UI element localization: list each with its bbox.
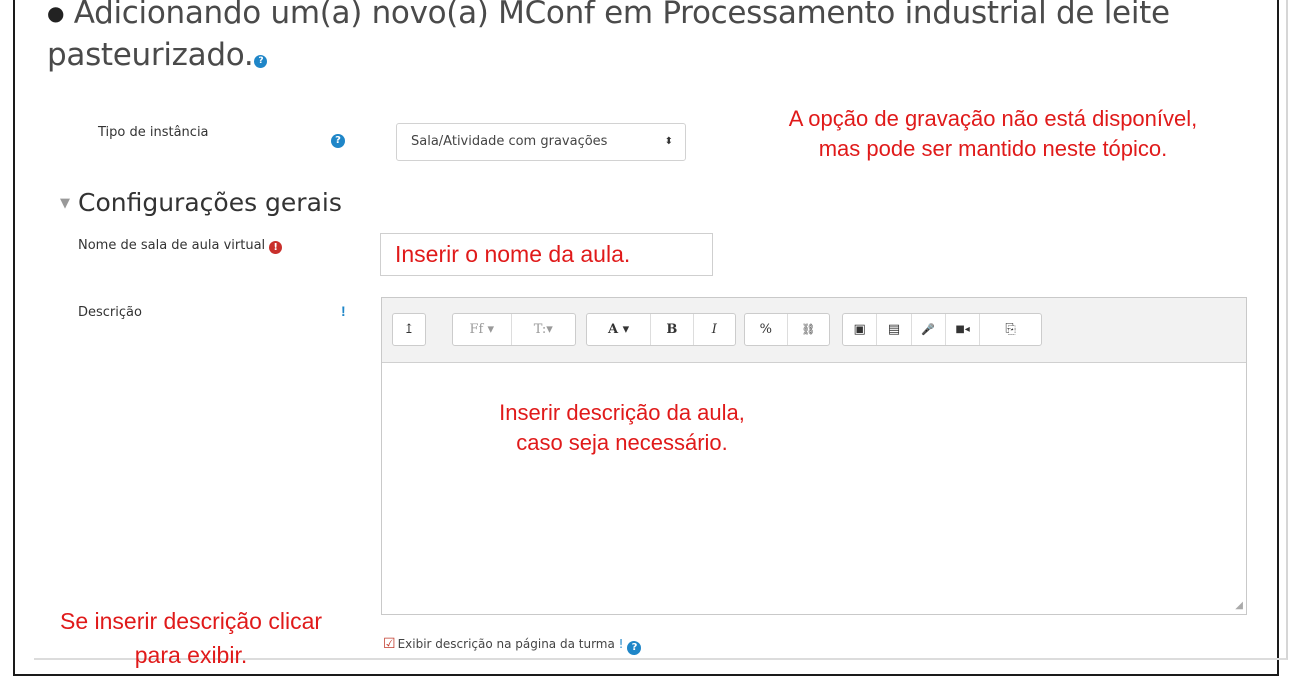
caret-down-icon[interactable]: ▼	[60, 196, 70, 211]
unlink-button[interactable]: ⛓	[788, 314, 830, 345]
show-description-marker: !	[618, 637, 624, 651]
bold-button[interactable]: B	[651, 314, 694, 345]
question-circle-icon[interactable]: ?	[627, 641, 642, 655]
description-label: Descrição	[78, 305, 142, 320]
section-title: Configurações gerais	[78, 188, 342, 217]
toolbar-group-style: Ff ▾ T:▾	[452, 313, 576, 346]
instance-type-value: Sala/Atividade com gravações	[411, 134, 608, 149]
editor-content-area[interactable]: Inserir descrição da aula, caso seja nec…	[382, 362, 1246, 614]
name-field-label: Nome de sala de aula virtual!	[78, 238, 283, 254]
annotation-recording-text: A opção de gravação não está disponível,…	[788, 106, 1198, 161]
show-description-row[interactable]: ☑ Exibir descrição na página da turma !?	[383, 636, 642, 655]
manage-files-button[interactable]: ⎘	[980, 314, 1041, 345]
exclamation-circle-icon: !	[269, 241, 283, 254]
instance-type-select[interactable]: Sala/Atividade com gravações ⬍	[396, 123, 686, 161]
toolbar-group-toggle: ↥	[392, 313, 426, 346]
image-button[interactable]: ▣	[843, 314, 878, 345]
annotation-description-text: Inserir descrição da aula, caso seja nec…	[499, 400, 745, 455]
paragraph-style-button[interactable]: T:▾	[512, 314, 575, 345]
annotation-recording: A opção de gravação não está disponível,…	[708, 104, 1278, 164]
italic-button[interactable]: I	[694, 314, 735, 345]
editor-toolbar: ↥ Ff ▾ T:▾ A ▾ B I % ⛓ ▣ ▤ 🎤 ■◂ ⎘	[382, 298, 1246, 363]
record-audio-button[interactable]: 🎤	[912, 314, 946, 345]
annotation-show-description: Se inserir descrição clicar para exibir.	[16, 604, 366, 672]
annotation-description: Inserir descrição da aula, caso seja nec…	[402, 398, 842, 458]
toolbar-toggle-button[interactable]: ↥	[393, 314, 425, 345]
toolbar-group-links: % ⛓	[744, 313, 830, 346]
show-description-label: Exibir descrição na página da turma	[397, 637, 615, 651]
toolbar-group-format: A ▾ B I	[586, 313, 736, 346]
instance-type-help-icon[interactable]: ?	[331, 134, 345, 148]
record-video-button[interactable]: ■◂	[946, 314, 981, 345]
annotation-name: Inserir o nome da aula.	[395, 241, 631, 267]
font-family-button[interactable]: Ff ▾	[453, 314, 512, 345]
annotation-show-description-text: Se inserir descrição clicar para exibir.	[59, 608, 323, 668]
toolbar-group-media: ▣ ▤ 🎤 ■◂ ⎘	[842, 313, 1042, 346]
resize-handle-icon[interactable]: ◢	[1235, 600, 1243, 611]
section-header-general[interactable]: ▼ Configurações gerais	[60, 188, 342, 217]
description-marker: !	[341, 303, 346, 319]
instance-type-label: Tipo de instância	[98, 125, 209, 140]
description-editor[interactable]: ↥ Ff ▾ T:▾ A ▾ B I % ⛓ ▣ ▤ 🎤 ■◂ ⎘ Inseri…	[381, 297, 1247, 615]
name-field[interactable]: Inserir o nome da aula.	[380, 233, 713, 276]
question-circle-icon[interactable]: ?	[254, 55, 268, 68]
circle-bullet-icon: ●	[47, 1, 65, 25]
page-title: Adicionando um(a) novo(a) MConf em Proce…	[47, 0, 1170, 73]
page-heading: ● Adicionando um(a) novo(a) MConf em Pro…	[47, 0, 1227, 76]
font-color-button[interactable]: A ▾	[587, 314, 652, 345]
checkbox-checked-icon[interactable]: ☑	[383, 636, 396, 652]
name-field-label-text: Nome de sala de aula virtual	[78, 238, 266, 253]
select-arrows-icon: ⬍	[664, 136, 673, 147]
media-button[interactable]: ▤	[877, 314, 912, 345]
link-button[interactable]: %	[745, 314, 788, 345]
